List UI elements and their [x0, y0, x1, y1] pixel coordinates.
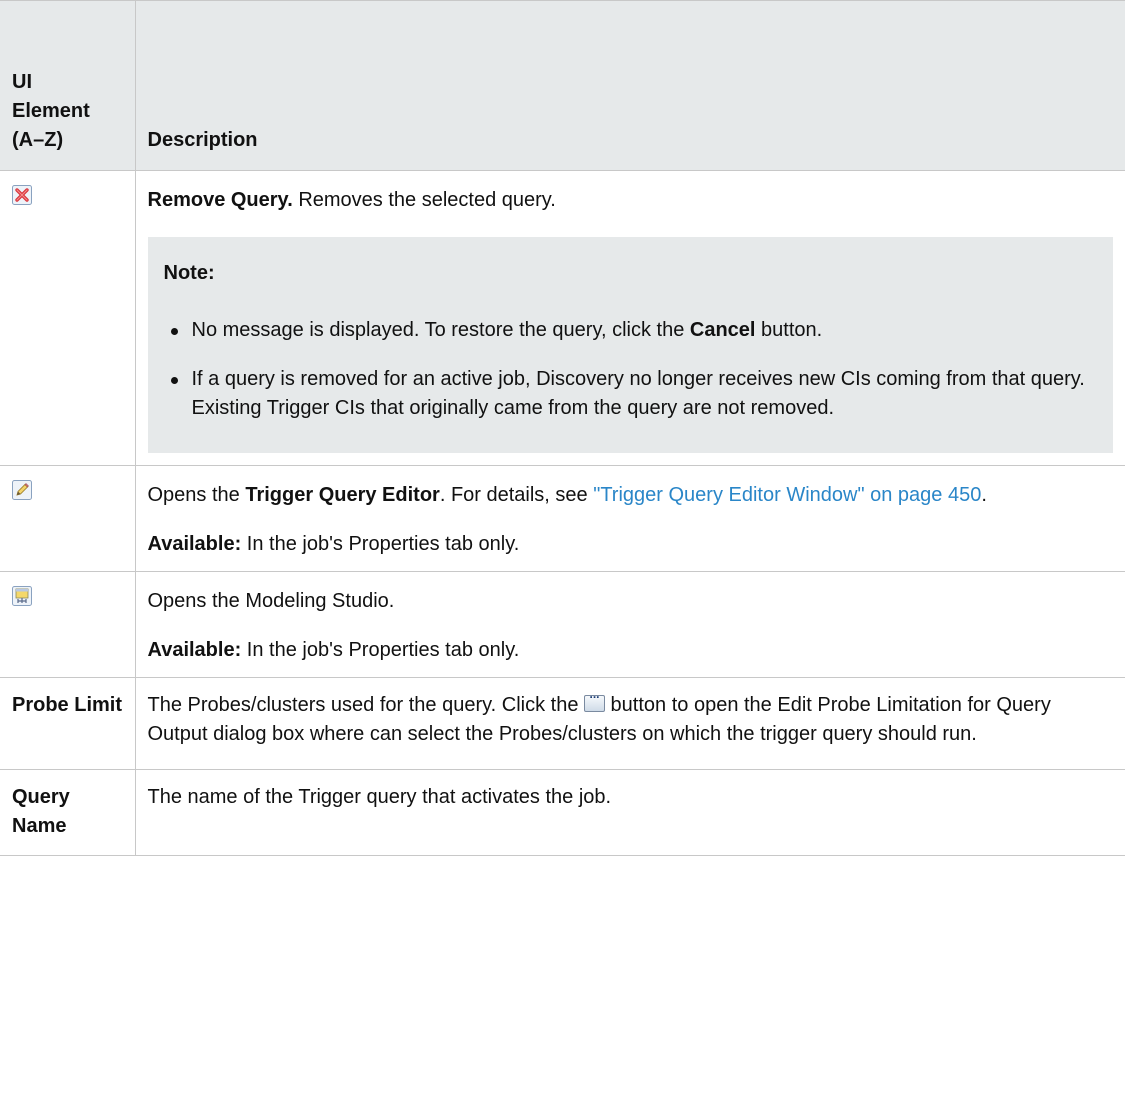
edit-pencil-icon[interactable]	[12, 480, 32, 500]
table-cell-description: Opens the Trigger Query Editor. For deta…	[134, 465, 1125, 572]
header-description: Description	[134, 0, 1125, 171]
cancel-button-ref: Cancel	[689, 319, 756, 341]
table-cell-element	[0, 571, 136, 678]
description-text-part: Opens the	[147, 484, 246, 506]
description-text-part: The Probes/clusters used for the query. …	[147, 694, 584, 716]
table-row: Remove Query. Removes the selected query…	[0, 170, 1125, 466]
description-text-part: . For details, see	[439, 484, 594, 506]
table-cell-description: Remove Query. Removes the selected query…	[134, 170, 1125, 466]
trigger-query-editor-link[interactable]: "Trigger Query Editor Window" on page 45…	[593, 484, 981, 506]
remove-query-title: Remove Query.	[147, 189, 293, 211]
description-text: Opens the Modeling Studio.	[147, 590, 395, 612]
available-label: Available:	[147, 533, 242, 555]
note-title: Note:	[163, 262, 215, 284]
description-text-part: .	[981, 484, 987, 506]
available-text: In the job's Properties tab only.	[241, 639, 520, 661]
table-cell-element: Query Name	[0, 769, 136, 856]
note-list: No message is displayed. To restore the …	[164, 316, 1098, 423]
table-cell-element	[0, 465, 136, 572]
trigger-query-editor-ref: Trigger Query Editor	[245, 484, 440, 506]
table-row: Query Name The name of the Trigger query…	[0, 769, 1125, 856]
table-row: Probe Limit The Probes/clusters used for…	[0, 677, 1125, 770]
ellipsis-button-icon[interactable]	[584, 684, 605, 712]
header-description-label: Description	[147, 129, 258, 151]
note-box: Note: No message is displayed. To restor…	[147, 237, 1113, 453]
available-label: Available:	[147, 639, 242, 661]
description-text: The name of the Trigger query that activ…	[147, 786, 612, 808]
table-row: Opens the Modeling Studio. Available: In…	[0, 571, 1125, 678]
available-text: In the job's Properties tab only.	[241, 533, 520, 555]
note-item-text: If a query is removed for an active job,…	[191, 368, 1085, 419]
table-cell-description: The Probes/clusters used for the query. …	[134, 677, 1125, 770]
description-text: Remove Query. Removes the selected query…	[148, 186, 1114, 215]
remove-query-icon[interactable]	[12, 185, 32, 205]
note-item-text: button.	[755, 319, 823, 341]
table-cell-element	[0, 170, 136, 466]
table-cell-description: Opens the Modeling Studio. Available: In…	[134, 571, 1125, 678]
table-header-row: UI Element (A–Z) Description	[0, 0, 1125, 171]
table-cell-description: The name of the Trigger query that activ…	[134, 769, 1125, 856]
table-cell-element: Probe Limit	[0, 677, 136, 770]
description-text: Opens the Trigger Query Editor. For deta…	[148, 481, 1114, 510]
table-row: Opens the Trigger Query Editor. For deta…	[0, 465, 1125, 572]
remove-query-text: Removes the selected query.	[298, 189, 556, 211]
note-item: If a query is removed for an active job,…	[164, 365, 1098, 423]
header-ui-element-label: UI Element (A–Z)	[12, 71, 90, 151]
header-ui-element: UI Element (A–Z)	[0, 0, 136, 171]
availability-text: Available: In the job's Properties tab o…	[148, 636, 1114, 665]
availability-text: Available: In the job's Properties tab o…	[148, 530, 1114, 559]
ui-elements-table: UI Element (A–Z) Description Remove Quer…	[0, 0, 1125, 856]
modeling-studio-icon[interactable]	[12, 586, 32, 606]
note-item: No message is displayed. To restore the …	[164, 316, 1098, 345]
description-text: The Probes/clusters used for the query. …	[147, 684, 1114, 749]
note-item-text: No message is displayed. To restore the …	[191, 319, 690, 341]
